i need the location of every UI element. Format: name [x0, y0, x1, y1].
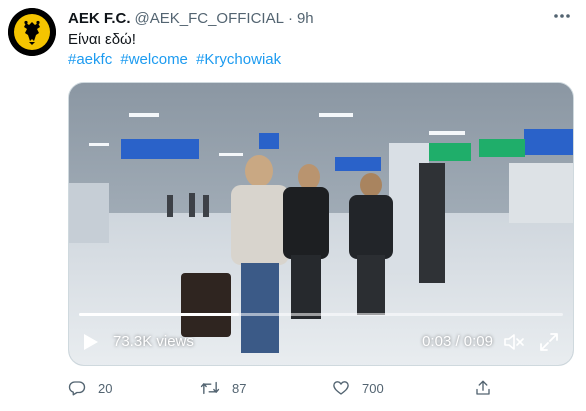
avatar[interactable] [8, 8, 56, 56]
more-icon [554, 14, 570, 18]
video-timecode: 0:03 / 0:09 [422, 333, 493, 350]
tweet-header: AEK F.C. @AEK_FC_OFFICIAL · 9h [68, 8, 546, 28]
volume-muted-icon[interactable] [503, 332, 525, 352]
more-options-button[interactable] [550, 6, 574, 26]
video-progress-bar[interactable] [79, 313, 563, 316]
hashtag-list: #aekfc #welcome #Krychowiak [68, 50, 285, 70]
play-icon[interactable] [83, 333, 99, 351]
retweet-count: 87 [232, 380, 247, 396]
tweet-card[interactable]: AEK F.C. @AEK_FC_OFFICIAL · 9h Είναι εδώ… [0, 0, 586, 411]
aek-eagle-logo-icon [8, 8, 56, 56]
retweet-button[interactable]: 87 [200, 376, 246, 400]
reply-count: 20 [98, 380, 113, 396]
like-button[interactable]: 700 [332, 376, 384, 400]
video-player[interactable]: 73.3K views 0:03 / 0:09 [68, 82, 574, 366]
user-handle[interactable]: @AEK_FC_OFFICIAL [135, 10, 284, 27]
tweet-text: Είναι εδώ! [68, 31, 136, 48]
hashtag-krychowiak[interactable]: #Krychowiak [196, 51, 281, 68]
like-icon [333, 381, 349, 395]
like-count: 700 [362, 380, 384, 396]
video-frame [69, 83, 573, 365]
video-progress-fill [79, 313, 239, 316]
retweet-icon [200, 381, 220, 395]
hashtag-welcome[interactable]: #welcome [120, 51, 188, 68]
tweet-time[interactable]: 9h [297, 10, 314, 27]
reply-button[interactable]: 20 [68, 376, 112, 400]
reply-icon [68, 381, 86, 396]
fullscreen-icon[interactable] [539, 332, 559, 352]
tweet-actions: 20 87 700 [68, 376, 508, 400]
display-name[interactable]: AEK F.C. [68, 10, 131, 27]
hashtag-aekfc[interactable]: #aekfc [68, 51, 112, 68]
share-icon [476, 380, 490, 395]
video-controls: 73.3K views 0:03 / 0:09 [69, 327, 573, 357]
separator-dot: · [287, 9, 293, 27]
share-button[interactable] [474, 376, 504, 400]
view-count: 73.3K views [113, 333, 194, 350]
